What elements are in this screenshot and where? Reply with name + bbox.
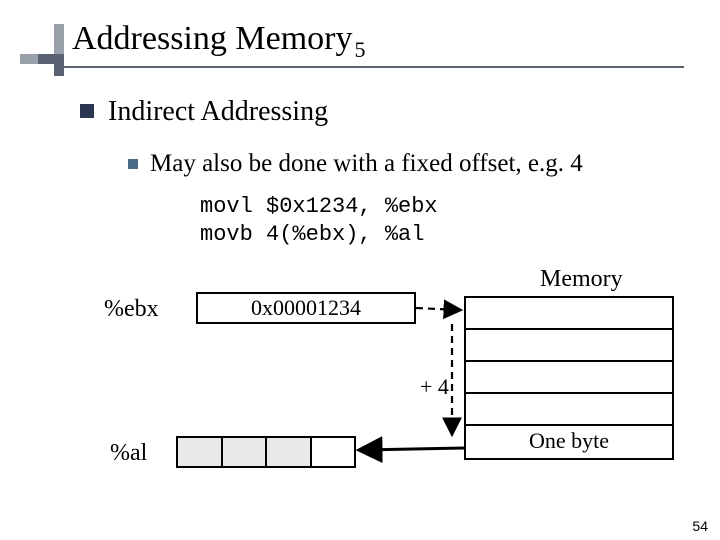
title-underline: [64, 66, 684, 68]
square-small-bullet-icon: [128, 159, 138, 169]
load-arrow: [360, 448, 464, 450]
slide-title-text: Addressing Memory: [72, 20, 352, 57]
al-register-label: %al: [110, 440, 147, 467]
al-byte-cell: [178, 438, 223, 466]
code-line-2: movb 4(%ebx), %al: [200, 222, 424, 247]
pointer-ebx-to-memory: [416, 308, 460, 310]
memory-row: [466, 394, 672, 426]
al-register-box: [176, 436, 356, 468]
slide-title: Addressing Memory5: [72, 20, 365, 58]
offset-label: + 4: [420, 374, 449, 400]
bullet-level1-text: Indirect Addressing: [108, 96, 328, 128]
bullet-level1: Indirect Addressing: [80, 96, 328, 128]
slide-body: Addressing Memory5 Indirect Addressing M…: [0, 0, 720, 540]
memory-heading: Memory: [540, 266, 623, 293]
memory-table: One byte: [464, 296, 674, 460]
al-byte-cell: [223, 438, 268, 466]
page-number: 54: [692, 518, 708, 534]
memory-row: [466, 330, 672, 362]
al-byte-cell-low: [312, 438, 355, 466]
ebx-register-box: 0x00001234: [196, 292, 416, 324]
slide-title-subscript: 5: [354, 37, 365, 62]
memory-row: [466, 362, 672, 394]
code-line-1: movl $0x1234, %ebx: [200, 194, 438, 219]
memory-row: [466, 298, 672, 330]
memory-row-target: One byte: [466, 426, 672, 458]
square-bullet-icon: [80, 104, 94, 118]
ebx-register-label: %ebx: [104, 296, 159, 323]
bullet-level2-text: May also be done with a fixed offset, e.…: [150, 150, 583, 178]
al-byte-cell: [267, 438, 312, 466]
bullet-level2: May also be done with a fixed offset, e.…: [128, 150, 583, 178]
